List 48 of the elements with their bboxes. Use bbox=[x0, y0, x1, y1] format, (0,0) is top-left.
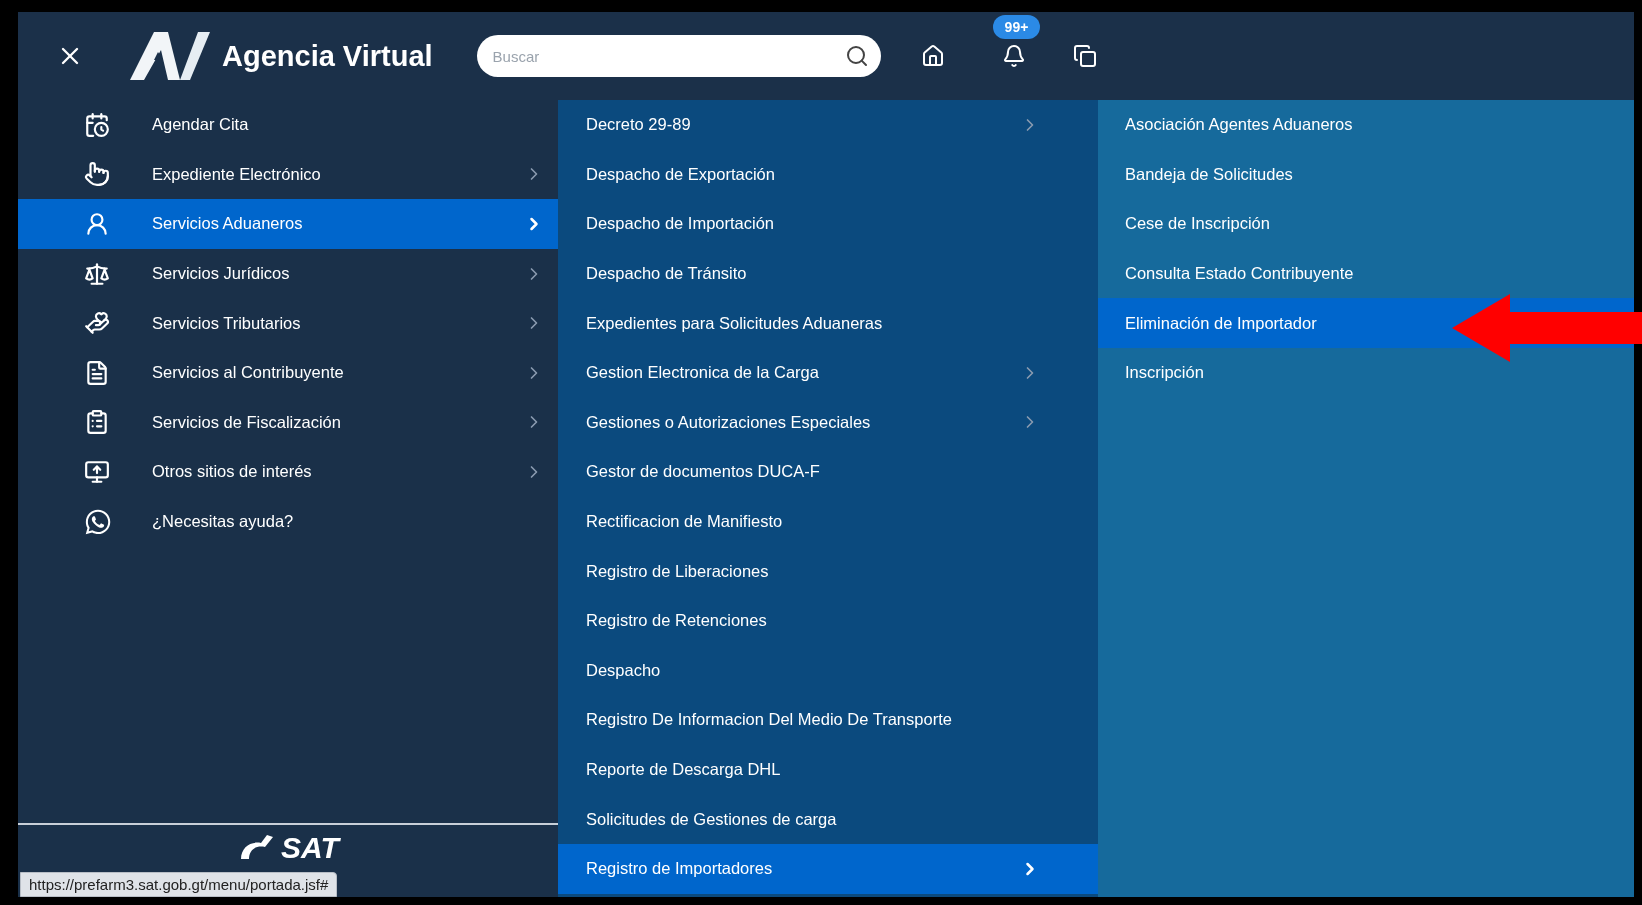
menu-item[interactable]: Agendar Cita bbox=[18, 100, 558, 150]
submenu-item[interactable]: Registro de Importadores bbox=[558, 843, 1098, 894]
submenu-item[interactable]: Registro De Informacion Del Medio De Transporte bbox=[558, 695, 1098, 745]
search-field[interactable]: Buscar bbox=[476, 35, 881, 77]
logo-text: Agencia Virtual bbox=[222, 39, 433, 73]
hand-icon bbox=[84, 310, 110, 337]
submenu-item[interactable]: Gestion Electronica de la Carga bbox=[558, 347, 1098, 398]
notifications-button[interactable] bbox=[1001, 44, 1026, 68]
submenu-item[interactable]: Registro de Retenciones bbox=[558, 595, 1098, 646]
chat-bubble-icon bbox=[84, 507, 112, 536]
windows-button[interactable] bbox=[1072, 44, 1097, 68]
home-button[interactable] bbox=[920, 44, 945, 68]
submenu-item[interactable]: Despacho de Exportación bbox=[558, 149, 1098, 200]
calendar-clock-icon bbox=[84, 111, 110, 138]
submenu-item[interactable]: Gestiones o Autorizaciones Especiales bbox=[558, 397, 1098, 448]
submenu-item[interactable]: Asociación Agentes Aduaneros bbox=[1098, 100, 1634, 150]
list-icon bbox=[84, 409, 110, 436]
menu-item[interactable]: Servicios al Contribuyente bbox=[18, 347, 558, 398]
document-icon bbox=[84, 359, 110, 386]
submenu-item[interactable]: Inscripción bbox=[1098, 347, 1634, 398]
submenu-item[interactable]: Reporte de Descarga DHL bbox=[558, 744, 1098, 795]
notification-badge: 99+ bbox=[992, 15, 1041, 39]
menu-item[interactable]: Expediente Electrónico bbox=[18, 149, 558, 200]
submenu-item[interactable]: Consulta Estado Contribuyente bbox=[1098, 248, 1634, 299]
status-url: https://prefarm3.sat.gob.gt/menu/portada.jsf# bbox=[20, 872, 338, 897]
menu-item[interactable]: Otros sitios de interés bbox=[18, 447, 558, 497]
submenu-item[interactable]: Despacho de Importación bbox=[558, 199, 1098, 249]
submenu-item[interactable]: Gestor de documentos DUCA-F bbox=[558, 447, 1098, 497]
person-icon bbox=[84, 211, 110, 237]
submenu-item[interactable]: Despacho de Tránsito bbox=[558, 248, 1098, 299]
submenu-item[interactable]: Rectificacion de Manifiesto bbox=[558, 496, 1098, 547]
sat-logo-text: SAT bbox=[281, 831, 339, 865]
search-icon bbox=[844, 44, 869, 68]
menu-item[interactable]: Servicios Jurídicos bbox=[18, 248, 558, 299]
submenu-item[interactable]: Cese de Inscripción bbox=[1098, 199, 1634, 249]
submenu-item[interactable]: Decreto 29-89 bbox=[558, 100, 1098, 150]
submenu-item[interactable]: Despacho bbox=[558, 645, 1098, 696]
menu-item[interactable]: Servicios de Fiscalización bbox=[18, 397, 558, 448]
submenu-item[interactable]: Bandeja de Solicitudes bbox=[1098, 149, 1634, 200]
menu-item[interactable]: ¿Necesitas ayuda? bbox=[18, 496, 558, 547]
scales-icon bbox=[84, 260, 110, 287]
logo-icon bbox=[128, 30, 210, 82]
submenu-item[interactable]: Expedientes para Solicitudes Aduaneras bbox=[558, 298, 1098, 348]
submenu-item[interactable]: Solicitudes de Gestiones de carga bbox=[558, 794, 1098, 844]
menu-item[interactable]: Servicios Tributarios bbox=[18, 298, 558, 348]
monitor-icon bbox=[84, 458, 110, 485]
menu-item[interactable]: Servicios Aduaneros bbox=[18, 199, 558, 249]
submenu-item[interactable]: Registro de Liberaciones bbox=[558, 546, 1098, 596]
